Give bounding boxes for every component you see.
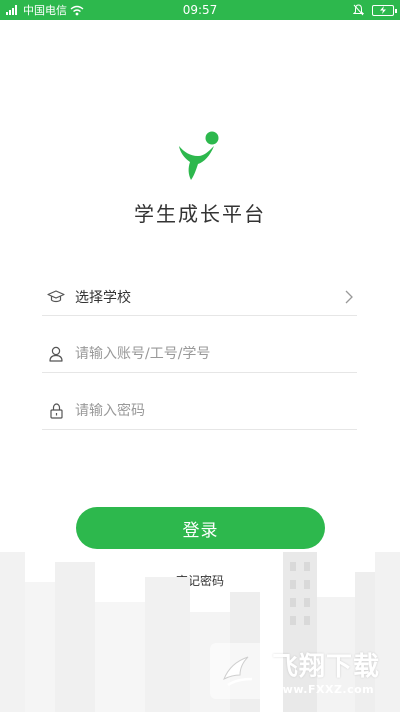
status-bar: 中国电信 09:57 — [0, 0, 400, 20]
watermark: 飞翔下载 www.FXXZ.com — [210, 642, 388, 700]
watermark-logo-icon — [210, 643, 266, 699]
watermark-title: 飞翔下载 — [272, 652, 381, 682]
account-row — [42, 335, 357, 373]
watermark-url: www.FXXZ.com — [272, 683, 375, 696]
app-logo-icon — [179, 131, 219, 180]
status-right — [353, 4, 397, 16]
school-selector[interactable]: 选择学校 — [42, 278, 357, 316]
login-button[interactable]: 登录 — [76, 507, 325, 549]
status-time: 09:57 — [182, 3, 218, 17]
account-input[interactable] — [75, 345, 315, 362]
chevron-right-icon — [345, 290, 353, 303]
password-input[interactable] — [75, 402, 315, 419]
user-icon — [45, 344, 67, 364]
watermark-text: 飞翔下载 www.FXXZ.com — [272, 646, 380, 696]
password-row — [42, 392, 357, 430]
notification-bell-icon — [353, 4, 364, 16]
graduation-cap-icon — [45, 287, 67, 307]
battery-icon — [372, 4, 397, 16]
app-title: 学生成长平台 — [134, 202, 266, 226]
lock-icon — [45, 401, 67, 421]
school-label: 选择学校 — [75, 289, 131, 306]
